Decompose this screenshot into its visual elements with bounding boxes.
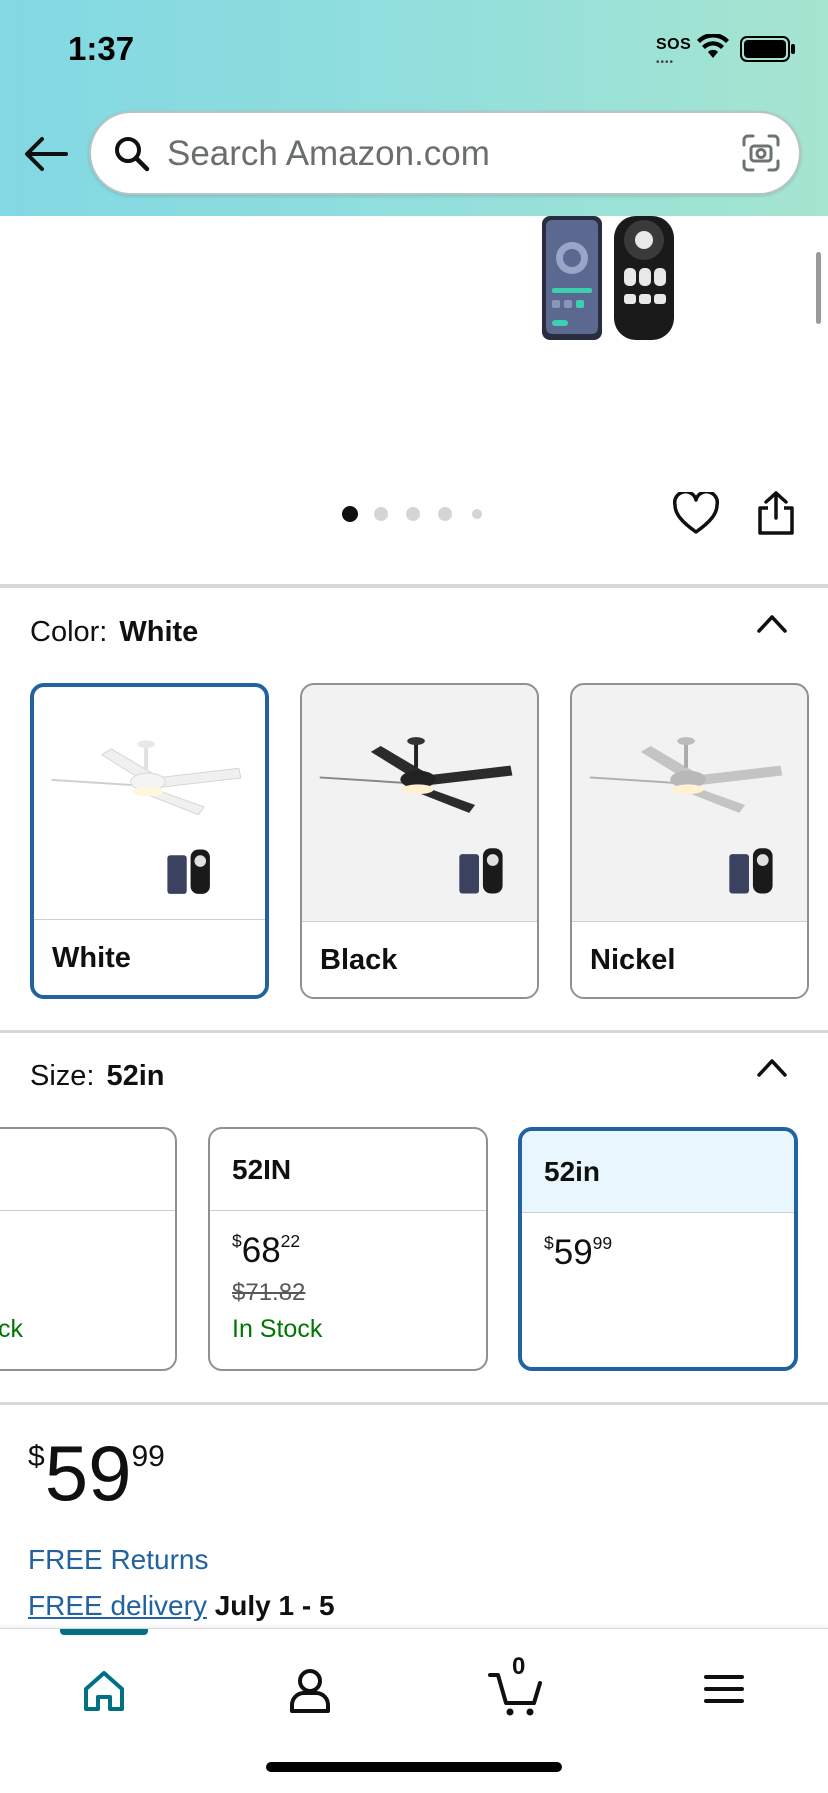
active-tab-indicator	[60, 1629, 148, 1635]
divider	[0, 584, 828, 588]
carousel-dot[interactable]	[438, 507, 452, 521]
cart-button[interactable]: 0	[476, 1653, 556, 1719]
color-option-label: White	[34, 919, 265, 995]
header: 1:37 SOS ••••	[0, 0, 828, 216]
fan-image-black	[319, 737, 513, 894]
color-option-black[interactable]: Black	[300, 683, 539, 999]
search-input[interactable]	[165, 127, 719, 181]
search-bar[interactable]	[89, 111, 801, 195]
free-delivery-link[interactable]: FREE delivery	[28, 1590, 207, 1621]
availability-text: In Stock	[232, 1315, 323, 1343]
product-image[interactable]	[540, 216, 680, 342]
wifi-icon	[697, 34, 729, 58]
account-icon[interactable]	[270, 1659, 350, 1719]
carousel-dot[interactable]	[342, 506, 358, 522]
size-section-label: Size: 52in	[30, 1060, 165, 1093]
size-option-price: $6822	[232, 1231, 301, 1270]
size-option-price: $5999	[544, 1233, 613, 1272]
carousel-dot[interactable]	[406, 507, 420, 521]
home-icon[interactable]	[64, 1659, 144, 1719]
color-section-label: Color: White	[30, 616, 198, 649]
home-indicator[interactable]	[266, 1762, 562, 1772]
free-returns-link[interactable]: FREE Returns	[28, 1544, 209, 1576]
camera-scan-icon[interactable]	[741, 133, 781, 173]
size-option-partial[interactable]: ck	[0, 1127, 177, 1371]
color-option-label: Black	[302, 921, 537, 997]
heart-icon[interactable]	[672, 492, 720, 536]
divider	[0, 1030, 828, 1033]
carousel-dot[interactable]	[472, 509, 482, 519]
chevron-up-icon[interactable]	[756, 612, 788, 634]
battery-icon	[740, 36, 795, 62]
size-option-52IN[interactable]: 52IN $6822 $71.82 In Stock	[208, 1127, 488, 1371]
selected-color: White	[119, 616, 199, 648]
menu-icon[interactable]	[684, 1659, 764, 1719]
availability-text: ck	[0, 1315, 23, 1343]
carousel-dot[interactable]	[374, 507, 388, 521]
color-label: Color:	[30, 616, 108, 648]
list-price: $71.82	[232, 1279, 306, 1306]
delivery-dates: July 1 - 5	[214, 1590, 335, 1621]
sos-indicator: SOS	[656, 36, 692, 53]
fan-image-nickel	[589, 737, 783, 894]
color-option-white[interactable]: White	[30, 683, 269, 999]
color-option-label: Nickel	[572, 921, 807, 997]
search-icon	[115, 137, 150, 172]
size-option-title: 52IN	[210, 1129, 486, 1211]
color-option-nickel[interactable]: Nickel	[570, 683, 809, 999]
size-option-title: 52in	[522, 1131, 794, 1213]
cart-count: 0	[512, 1653, 526, 1680]
page-scrollbar[interactable]	[816, 252, 821, 324]
product-price: $5999	[28, 1429, 165, 1517]
size-option-52in[interactable]: 52in $5999	[518, 1127, 798, 1371]
status-time: 1:37	[68, 30, 135, 67]
divider	[0, 1402, 828, 1405]
fan-image-white	[51, 740, 242, 894]
back-arrow-icon[interactable]	[22, 134, 70, 174]
delivery-info: FREE delivery July 1 - 5	[28, 1590, 335, 1622]
size-option-title	[0, 1129, 175, 1211]
size-label: Size:	[30, 1060, 95, 1092]
signal-dots: ••••	[656, 57, 675, 68]
selected-size: 52in	[106, 1060, 165, 1092]
share-icon[interactable]	[756, 490, 796, 536]
chevron-up-icon[interactable]	[756, 1056, 788, 1078]
